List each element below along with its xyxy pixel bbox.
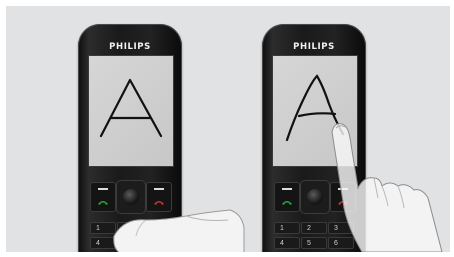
- left-softkey-button[interactable]: [274, 182, 300, 212]
- key-4[interactable]: 4: [274, 237, 300, 249]
- brand-logo: PHILIPS: [109, 42, 151, 52]
- softkey-dash: [154, 188, 164, 190]
- phone-screen[interactable]: [88, 55, 174, 167]
- softkey-dash: [282, 188, 292, 190]
- phone-green-icon: [282, 201, 292, 205]
- hand-left: [113, 209, 245, 252]
- brand-logo: PHILIPS: [293, 42, 335, 52]
- background-panel: PHILIPS 1 4 PHILIPS 1 2 3 4 5 6: [6, 6, 450, 252]
- letter-a-glyph: [99, 78, 163, 138]
- key-1[interactable]: 1: [274, 222, 300, 234]
- softkey-dash: [98, 188, 108, 190]
- hand-right-pointing: [331, 123, 443, 252]
- illustration: PHILIPS 1 4 PHILIPS 1 2 3 4 5 6: [0, 0, 454, 257]
